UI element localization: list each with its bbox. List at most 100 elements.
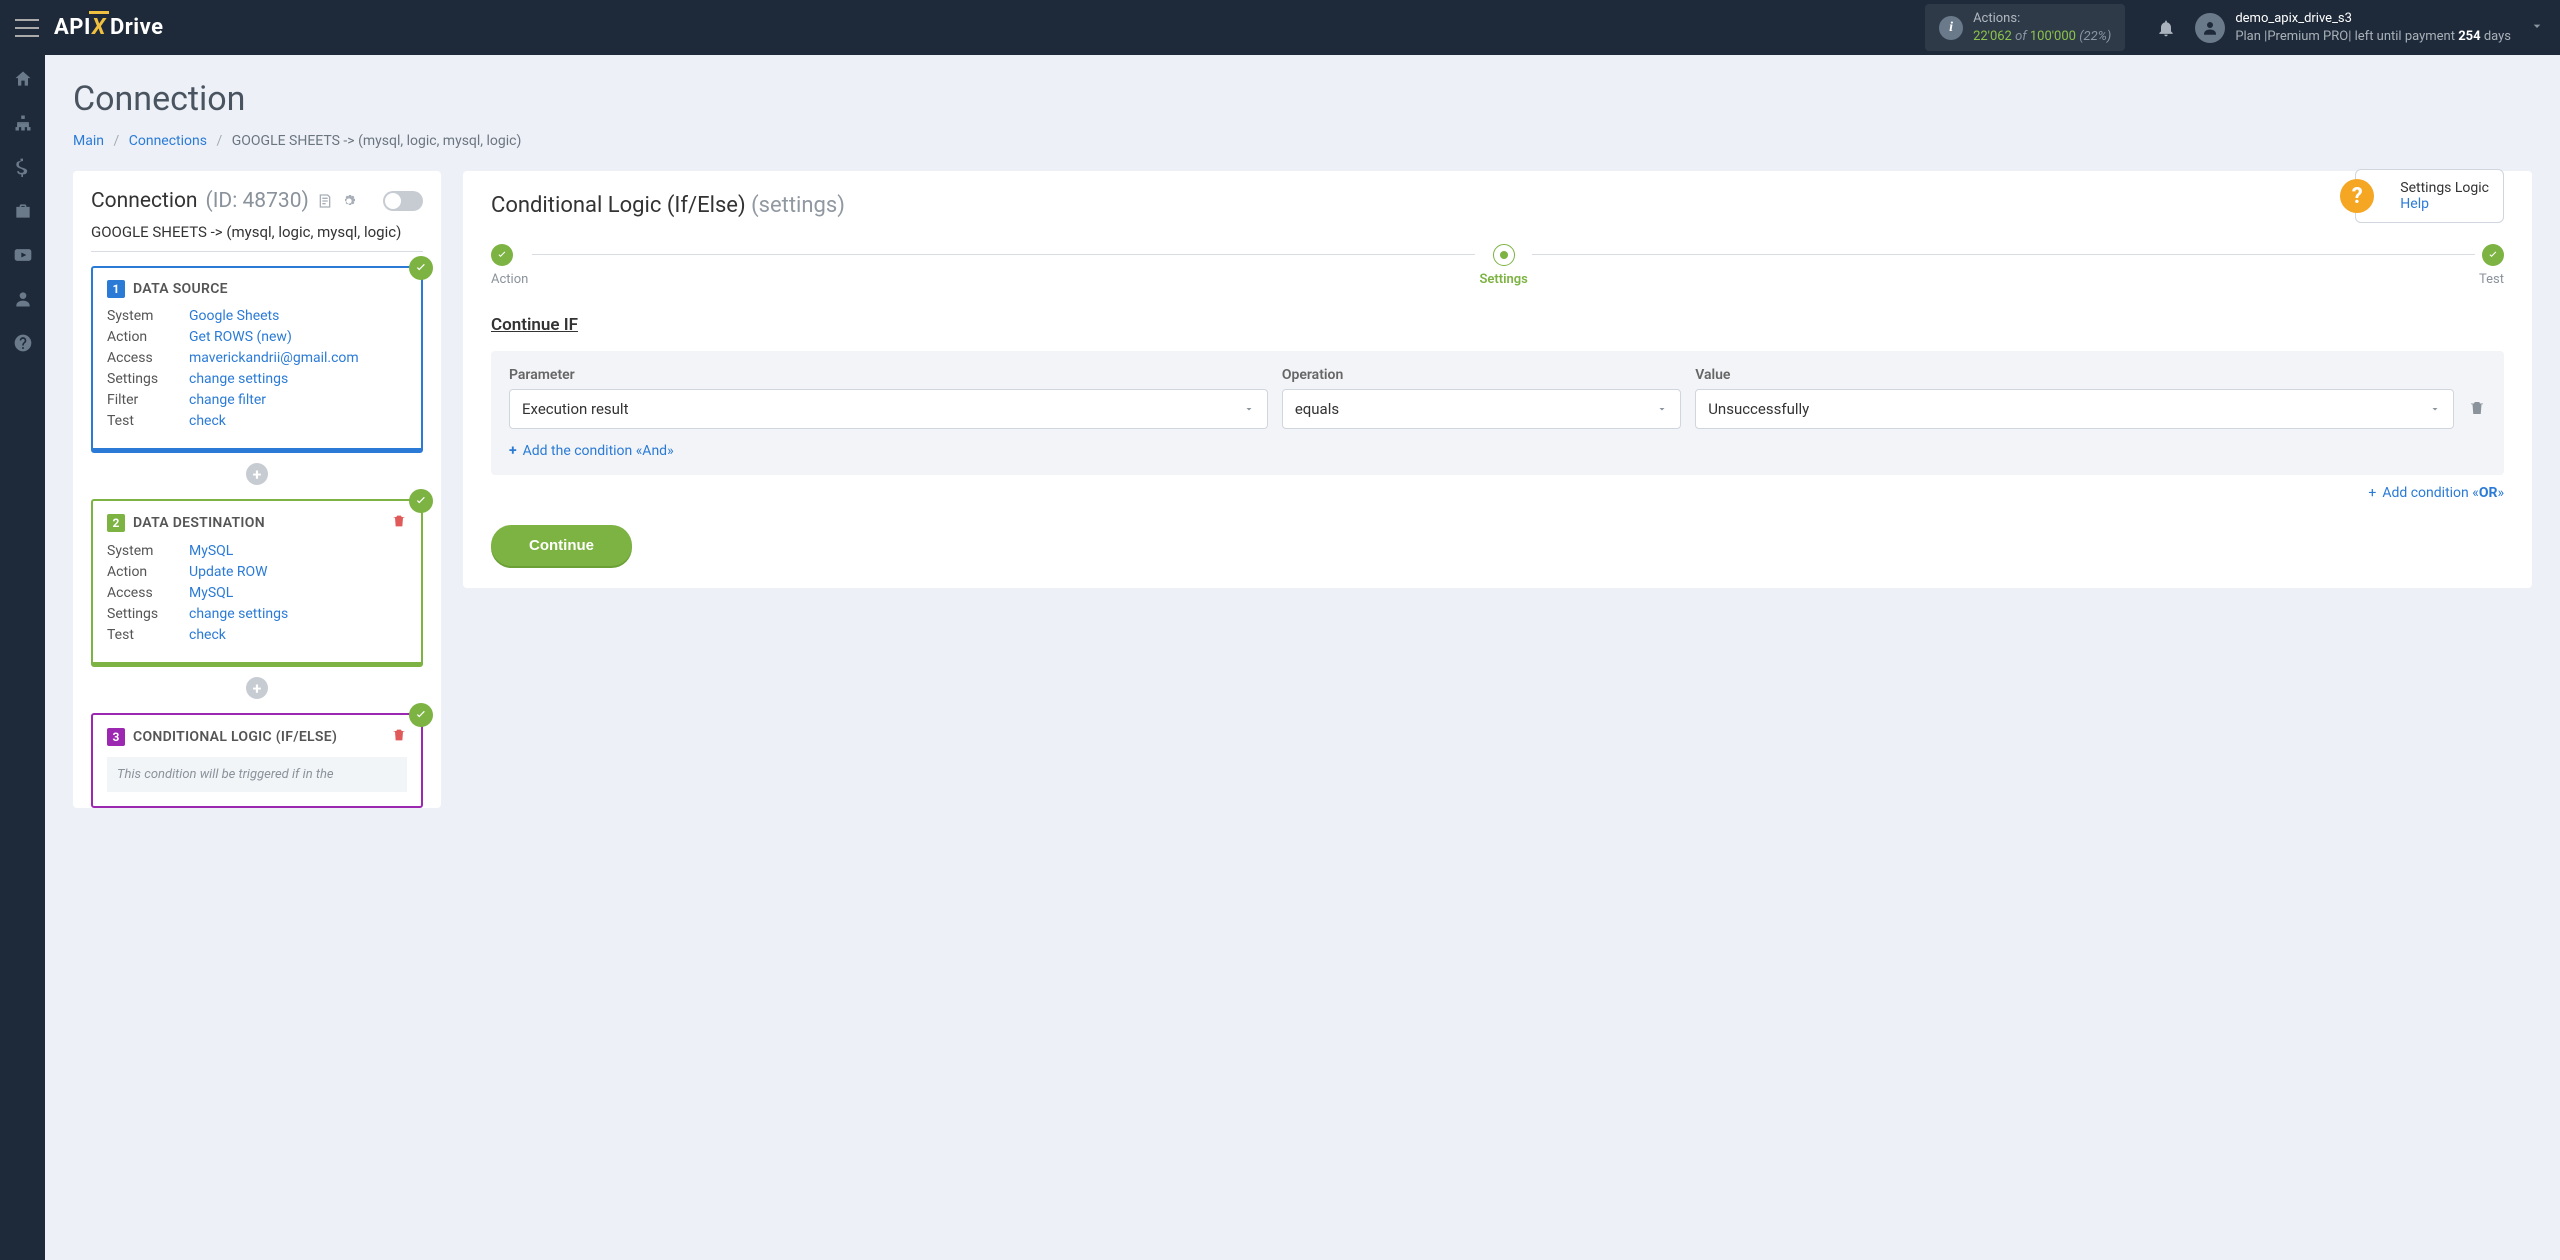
plan-name: Premium PRO — [2267, 29, 2348, 44]
logo[interactable]: API X Drive — [54, 15, 164, 40]
block-row-value[interactable]: change settings — [189, 371, 288, 387]
youtube-icon[interactable] — [13, 245, 33, 265]
operation-label: Operation — [1282, 367, 1681, 383]
logo-text-api: API — [54, 15, 91, 40]
step-test-label[interactable]: Test — [2479, 272, 2504, 287]
logo-text-drive: Drive — [110, 15, 164, 40]
block-title: DATA DESTINATION — [133, 515, 265, 531]
home-icon[interactable] — [13, 69, 33, 89]
logo-text-x: X — [92, 15, 106, 40]
breadcrumb: Main / Connections / GOOGLE SHEETS -> (m… — [73, 133, 2532, 149]
check-badge-icon — [409, 256, 433, 280]
plan-days: 254 — [2458, 29, 2480, 44]
delete-condition-button[interactable] — [2468, 399, 2486, 429]
check-badge-icon — [409, 489, 433, 513]
help-box: ? Settings Logic Help — [2355, 169, 2504, 223]
block-row: Accessmaverickandrii@gmail.com — [107, 350, 407, 366]
parameter-select[interactable]: Execution result — [509, 389, 1268, 429]
delete-block-button[interactable] — [391, 727, 407, 747]
delete-block-button[interactable] — [391, 513, 407, 533]
question-icon[interactable] — [13, 333, 33, 353]
actions-used: 22'062 — [1973, 29, 2012, 44]
block-row-value[interactable]: Google Sheets — [189, 308, 279, 324]
block-row: Testcheck — [107, 413, 407, 429]
parameter-value: Execution result — [522, 400, 628, 418]
block-row-label: System — [107, 308, 189, 324]
block-row-label: Test — [107, 627, 189, 643]
block-row-label: Settings — [107, 606, 189, 622]
step-action-label[interactable]: Action — [491, 272, 528, 287]
step-test-done-icon — [2482, 244, 2504, 266]
crumb-connections[interactable]: Connections — [129, 133, 207, 149]
menu-toggle[interactable] — [15, 19, 39, 37]
add-block-button[interactable]: + — [246, 677, 268, 699]
block-row-label: Settings — [107, 371, 189, 387]
block-title: DATA SOURCE — [133, 281, 228, 297]
block-row: Settingschange settings — [107, 371, 407, 387]
conditional-logic-block[interactable]: 3 CONDITIONAL LOGIC (IF/ELSE) This condi… — [91, 713, 423, 808]
plus-icon: + — [2368, 485, 2376, 501]
block-row-label: Action — [107, 564, 189, 580]
value-select[interactable]: Unsuccessfully — [1695, 389, 2454, 429]
top-header: API X Drive i Actions: 22'062 of 100'000… — [0, 0, 2560, 55]
briefcase-icon[interactable] — [13, 201, 33, 221]
block-row-label: System — [107, 543, 189, 559]
block-row-value[interactable]: maverickandrii@gmail.com — [189, 350, 359, 366]
step-indicator: Action Settings Test — [491, 244, 2504, 287]
block-row-value[interactable]: MySQL — [189, 543, 233, 559]
dollar-icon[interactable] — [13, 157, 33, 177]
enable-toggle[interactable] — [383, 191, 423, 211]
panel-title: Conditional Logic (If/Else) — [491, 193, 746, 218]
section-heading: Continue IF — [491, 315, 2504, 335]
page-title: Connection — [73, 79, 2532, 119]
block-row-value[interactable]: check — [189, 627, 226, 643]
data-source-block[interactable]: 1 DATA SOURCE SystemGoogle SheetsActionG… — [91, 266, 423, 453]
block-row-value[interactable]: Get ROWS (new) — [189, 329, 292, 345]
block-number: 3 — [107, 728, 125, 746]
param-label: Parameter — [509, 367, 1268, 383]
crumb-main[interactable]: Main — [73, 133, 104, 149]
value-value: Unsuccessfully — [1708, 400, 1809, 418]
actions-counter[interactable]: i Actions: 22'062 of 100'000 (22%) — [1925, 4, 2125, 51]
block-row-value[interactable]: check — [189, 413, 226, 429]
block-row-value[interactable]: change filter — [189, 392, 266, 408]
actions-of: of — [2012, 29, 2030, 44]
block-row-value[interactable]: change settings — [189, 606, 288, 622]
step-settings-label[interactable]: Settings — [1479, 272, 1527, 287]
user-menu[interactable]: demo_apix_drive_s3 Plan |Premium PRO| le… — [2195, 10, 2511, 45]
condition-note: This condition will be triggered if in t… — [107, 757, 407, 792]
crumb-current: GOOGLE SHEETS -> (mysql, logic, mysql, l… — [232, 133, 522, 149]
block-row-label: Access — [107, 585, 189, 601]
notes-icon[interactable] — [317, 193, 333, 209]
operation-value: equals — [1295, 400, 1339, 418]
conn-title: Connection — [91, 189, 198, 213]
add-block-button[interactable]: + — [246, 463, 268, 485]
block-row-value[interactable]: MySQL — [189, 585, 233, 601]
notifications-button[interactable] — [2149, 11, 2183, 45]
gear-icon[interactable] — [341, 193, 357, 209]
plan-prefix: Plan | — [2235, 29, 2267, 44]
help-badge-icon[interactable]: ? — [2340, 179, 2374, 213]
block-row-value[interactable]: Update ROW — [189, 564, 268, 580]
chevron-down-icon — [1656, 403, 1668, 415]
chevron-down-icon — [2529, 18, 2545, 34]
user-dropdown-toggle[interactable] — [2529, 18, 2545, 38]
user-icon[interactable] — [13, 289, 33, 309]
add-and-condition-button[interactable]: + Add the condition «And» — [509, 443, 2486, 459]
data-destination-block[interactable]: 2 DATA DESTINATION SystemMySQLActionUpda… — [91, 499, 423, 667]
continue-button[interactable]: Continue — [491, 525, 632, 566]
block-row-label: Access — [107, 350, 189, 366]
chevron-down-icon — [2429, 403, 2441, 415]
block-title: CONDITIONAL LOGIC (IF/ELSE) — [133, 729, 337, 745]
block-row: Testcheck — [107, 627, 407, 643]
block-number: 1 — [107, 280, 125, 298]
block-row: Settingschange settings — [107, 606, 407, 622]
add-or-condition-button[interactable]: + Add condition «OR» — [491, 485, 2504, 501]
step-action-done-icon — [491, 244, 513, 266]
user-name: demo_apix_drive_s3 — [2235, 10, 2511, 28]
settings-panel: Conditional Logic (If/Else) (settings) A… — [463, 171, 2532, 588]
sitemap-icon[interactable] — [13, 113, 33, 133]
operation-select[interactable]: equals — [1282, 389, 1681, 429]
help-link[interactable]: Help — [2400, 196, 2489, 212]
user-avatar-icon — [2195, 13, 2225, 43]
